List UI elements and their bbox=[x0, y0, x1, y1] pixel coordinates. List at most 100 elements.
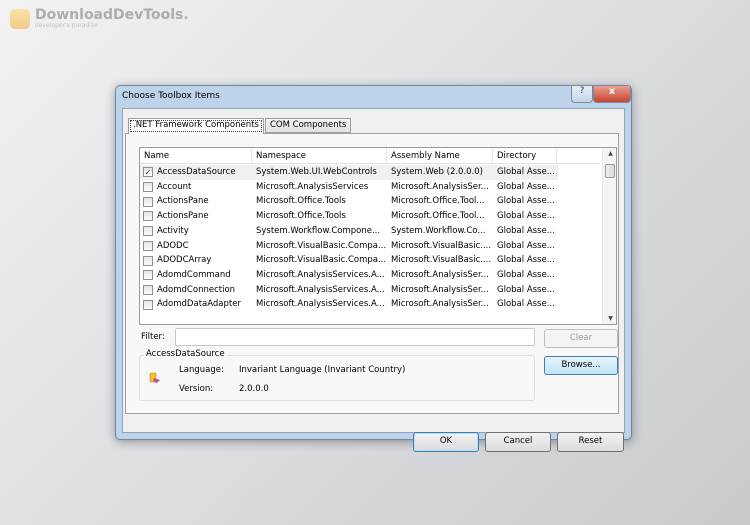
version-value: 2.0.0.0 bbox=[239, 384, 269, 394]
namespace-cell: Microsoft.AnalysisServices bbox=[256, 181, 369, 192]
namespace-cell: Microsoft.Office.Tools bbox=[256, 211, 346, 222]
assembly-cell: System.Web (2.0.0.0) bbox=[391, 167, 484, 177]
assembly-cell: Microsoft.AnalysisSer... bbox=[391, 269, 489, 280]
directory-cell: Global Asse... bbox=[497, 196, 555, 207]
directory-cell: Global Asse... bbox=[497, 299, 555, 310]
directory-cell: Global Asse... bbox=[497, 240, 555, 251]
component-name: AdomdDataAdapter bbox=[157, 299, 241, 310]
table-row[interactable]: ADODCArray Microsoft.VisualBasic.Compa..… bbox=[140, 253, 558, 268]
component-name: AdomdConnection bbox=[157, 284, 236, 295]
component-name: ADODCArray bbox=[157, 255, 212, 266]
namespace-cell: Microsoft.AnalysisServices.A... bbox=[256, 299, 385, 310]
component-name: AdomdCommand bbox=[157, 269, 231, 280]
table-row[interactable]: Account Microsoft.AnalysisServices Micro… bbox=[140, 180, 558, 195]
watermark-tagline: developer's paradise bbox=[35, 22, 98, 29]
name-cell: AdomdConnection bbox=[140, 283, 252, 298]
tab-net-framework-components[interactable]: .NET Framework Components bbox=[128, 118, 264, 134]
assembly-cell: Microsoft.Office.Tool... bbox=[391, 211, 485, 222]
components-list[interactable]: Name Namespace Assembly Name Directory ✓… bbox=[139, 147, 617, 325]
namespace-cell: Microsoft.Office.Tools bbox=[256, 196, 346, 207]
assembly-cell: Microsoft.Office.Tool... bbox=[391, 196, 485, 207]
tab-panel: Name Namespace Assembly Name Directory ✓… bbox=[125, 133, 619, 414]
name-cell: AdomdDataAdapter bbox=[140, 297, 252, 312]
checkbox[interactable] bbox=[143, 284, 153, 295]
component-name: ActionsPane bbox=[157, 211, 209, 222]
component-name: ADODC bbox=[157, 240, 189, 251]
name-cell: AdomdCommand bbox=[140, 268, 252, 283]
choose-toolbox-items-dialog: Choose Toolbox Items ? x Name Namespace … bbox=[115, 85, 632, 452]
name-cell: ActionsPane bbox=[140, 194, 252, 209]
checkbox[interactable] bbox=[143, 299, 153, 310]
checkbox[interactable]: ✓ bbox=[143, 167, 153, 178]
component-icon bbox=[149, 372, 160, 383]
ok-button[interactable]: OK bbox=[413, 432, 479, 452]
namespace-cell: System.Workflow.Compone... bbox=[256, 225, 381, 236]
table-row[interactable]: AdomdConnection Microsoft.AnalysisServic… bbox=[140, 283, 558, 298]
checkbox[interactable] bbox=[143, 182, 153, 193]
directory-cell: Global Asse... bbox=[497, 181, 555, 192]
directory-cell: Global Asse... bbox=[497, 269, 555, 280]
checkbox[interactable] bbox=[143, 226, 153, 237]
column-header-namespace[interactable]: Namespace bbox=[252, 148, 387, 163]
assembly-cell: Microsoft.VisualBasic.... bbox=[391, 255, 492, 266]
component-name: ActionsPane bbox=[157, 196, 209, 207]
name-cell: Account bbox=[140, 180, 252, 195]
logo-icon bbox=[10, 8, 30, 29]
component-name: AccessDataSource bbox=[157, 167, 236, 177]
browse-button[interactable]: Browse... bbox=[544, 356, 618, 375]
assembly-cell: Microsoft.AnalysisSer... bbox=[391, 181, 489, 192]
close-button[interactable]: x bbox=[593, 86, 631, 103]
details-title: AccessDataSource bbox=[144, 349, 227, 359]
cancel-button[interactable]: Cancel bbox=[485, 432, 551, 452]
table-row[interactable]: ✓ AccessDataSource System.Web.UI.WebContr… bbox=[140, 165, 558, 180]
scroll-down-icon[interactable]: ▼ bbox=[603, 315, 616, 322]
language-value: Invariant Language (Invariant Country) bbox=[239, 365, 406, 375]
details-group bbox=[139, 355, 535, 401]
assembly-cell: Microsoft.VisualBasic.... bbox=[391, 240, 492, 251]
checkbox[interactable] bbox=[143, 255, 153, 266]
column-header-name[interactable]: Name bbox=[140, 148, 252, 163]
table-row[interactable]: ActionsPane Microsoft.Office.Tools Micro… bbox=[140, 209, 558, 224]
assembly-cell: Microsoft.AnalysisSer... bbox=[391, 299, 489, 310]
name-cell: ADODC bbox=[140, 239, 252, 254]
filter-label: Filter: bbox=[141, 332, 165, 342]
list-header: Name Namespace Assembly Name Directory bbox=[140, 148, 600, 164]
namespace-cell: Microsoft.AnalysisServices.A... bbox=[256, 269, 385, 280]
name-cell: ActionsPane bbox=[140, 209, 252, 224]
filter-input[interactable] bbox=[175, 328, 535, 346]
checkbox[interactable] bbox=[143, 196, 153, 207]
dialog-title: Choose Toolbox Items bbox=[122, 91, 220, 101]
directory-cell: Global Asse... bbox=[497, 284, 555, 295]
column-header-assembly[interactable]: Assembly Name bbox=[387, 148, 493, 163]
namespace-cell: Microsoft.VisualBasic.Compa... bbox=[256, 255, 387, 266]
clear-button[interactable]: Clear bbox=[544, 329, 618, 348]
name-cell: ✓ AccessDataSource bbox=[140, 165, 252, 180]
reset-button[interactable]: Reset bbox=[557, 432, 624, 452]
directory-cell: Global Asse... bbox=[497, 167, 555, 177]
help-button[interactable]: ? bbox=[571, 86, 593, 103]
scroll-thumb[interactable] bbox=[605, 164, 615, 178]
dialog-client: Name Namespace Assembly Name Directory ✓… bbox=[122, 108, 625, 452]
tab-com-components[interactable]: COM Components bbox=[265, 118, 352, 133]
checkbox[interactable] bbox=[143, 270, 153, 281]
table-row[interactable]: AdomdCommand Microsoft.AnalysisServices.… bbox=[140, 268, 558, 283]
directory-cell: Global Asse... bbox=[497, 255, 555, 266]
table-row[interactable]: ADODC Microsoft.VisualBasic.Compa... Mic… bbox=[140, 239, 558, 254]
component-name: Activity bbox=[157, 225, 189, 236]
directory-cell: Global Asse... bbox=[497, 225, 555, 236]
column-header-directory[interactable]: Directory bbox=[493, 148, 557, 163]
namespace-cell: Microsoft.AnalysisServices.A... bbox=[256, 284, 385, 295]
assembly-cell: System.Workflow.Co... bbox=[391, 225, 486, 236]
watermark-brand: DownloadDevTools. bbox=[35, 7, 189, 23]
name-cell: ADODCArray bbox=[140, 253, 252, 268]
checkbox[interactable] bbox=[143, 240, 153, 251]
version-label: Version: bbox=[179, 384, 214, 394]
component-name: Account bbox=[157, 181, 192, 192]
scroll-up-icon[interactable]: ▲ bbox=[603, 150, 616, 157]
table-row[interactable]: AdomdDataAdapter Microsoft.AnalysisServi… bbox=[140, 297, 558, 312]
language-label: Language: bbox=[179, 365, 224, 375]
table-row[interactable]: ActionsPane Microsoft.Office.Tools Micro… bbox=[140, 194, 558, 209]
vertical-scrollbar[interactable]: ▲ ▼ bbox=[602, 148, 616, 324]
table-row[interactable]: Activity System.Workflow.Compone... Syst… bbox=[140, 224, 558, 239]
checkbox[interactable] bbox=[143, 211, 153, 222]
